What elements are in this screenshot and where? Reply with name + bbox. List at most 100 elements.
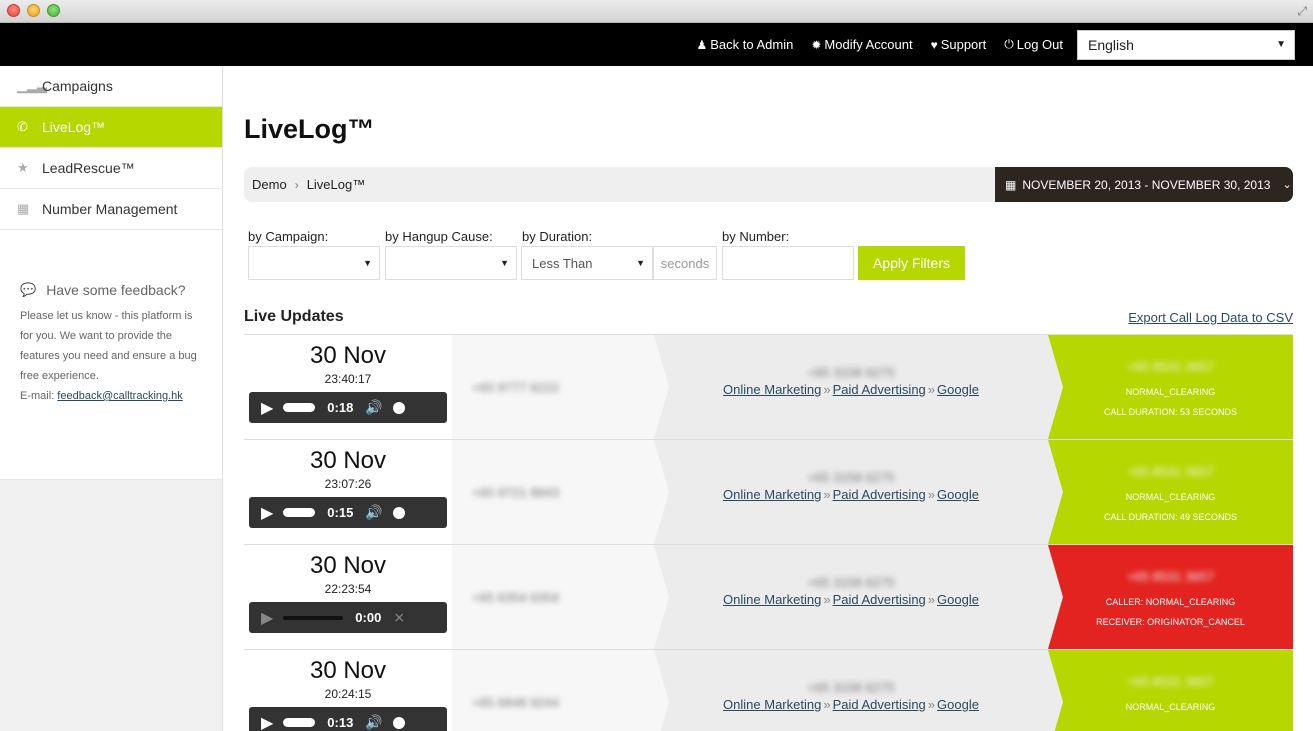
back-to-admin-link[interactable]: ♟ Back to Admin <box>696 37 793 52</box>
audio-progress-slider[interactable] <box>283 718 316 727</box>
arrow-divider <box>1048 440 1063 544</box>
receiver-number: +65 8531 3657 <box>1126 464 1215 479</box>
call-status-cell: +65 8531 3657 NORMAL_CLEARING <box>1048 650 1293 731</box>
call-route-cell: +65 3158 6275 Online Marketing» Paid Adve… <box>654 545 1048 649</box>
sidebar-item-leadrescue[interactable]: ★ LeadRescue™ <box>0 148 222 189</box>
chevron-right-icon: › <box>294 177 299 192</box>
live-updates-header: Live Updates Export Call Log Data to CSV <box>244 308 1293 334</box>
tracking-number: +65 3158 6275 <box>807 365 895 380</box>
campaign-filter-label: by Campaign: <box>248 229 329 244</box>
speech-bubble-icon: 💬 <box>20 282 37 297</box>
call-time: 23:07:26 <box>324 477 372 491</box>
campaign-select[interactable]: ▼ <box>248 246 380 280</box>
arrow-divider <box>654 545 669 649</box>
arrow-divider <box>1048 335 1063 439</box>
route-channel-link[interactable]: Online Marketing <box>723 697 821 712</box>
hangup-cause-select[interactable]: ▼ <box>385 246 517 280</box>
route-source-link[interactable]: Google <box>937 697 979 712</box>
call-day: 30 Nov <box>309 657 387 684</box>
signal-bars-icon: ▁▂▃ <box>17 78 47 93</box>
volume-icon[interactable]: 🔊 <box>365 714 382 731</box>
caret-down-icon: ▼ <box>363 258 372 268</box>
seconds-input[interactable]: seconds <box>653 246 717 280</box>
volume-icon[interactable]: 🔊 <box>365 504 382 521</box>
status-line-1: NORMAL_CLEARING <box>1125 492 1216 502</box>
audio-progress-slider[interactable] <box>283 403 316 412</box>
caller-number-cell: +65 9777 6222 <box>452 335 654 439</box>
logout-link[interactable]: ⏻ Log Out <box>1004 37 1063 52</box>
caller-number: +65 9721 8843 <box>472 484 560 500</box>
support-link[interactable]: ♥ Support <box>931 37 987 52</box>
export-csv-link[interactable]: Export Call Log Data to CSV <box>1128 310 1293 325</box>
calendar-icon: ▦ <box>1005 177 1017 192</box>
hangup-filter-label: by Hangup Cause: <box>385 229 493 244</box>
audio-progress-slider[interactable] <box>283 508 316 517</box>
route-channel-link[interactable]: Online Marketing <box>723 592 821 607</box>
volume-slider[interactable] <box>392 716 405 729</box>
volume-muted-icon[interactable]: ⨯ <box>393 609 405 626</box>
back-to-admin-label: Back to Admin <box>710 37 794 52</box>
feedback-email-link[interactable]: feedback@calltracking.hk <box>57 390 183 402</box>
tracking-number: +65 3158 6275 <box>807 470 895 485</box>
audio-player: ▶ 0:13 🔊 <box>249 707 447 731</box>
audio-progress-slider[interactable] <box>283 615 344 620</box>
status-line-1: NORMAL_CLEARING <box>1125 387 1216 397</box>
volume-slider[interactable] <box>392 401 405 414</box>
audio-player: ▶ 0:15 🔊 <box>249 497 447 528</box>
sidebar-item-number-management[interactable]: ▦ Number Management <box>0 189 222 230</box>
top-navigation-bar: ♟ Back to Admin ✹ Modify Account ♥ Support … <box>0 23 1313 66</box>
sidebar: ▁▂▃ Campaigns ✆ LiveLog™ ★ LeadRescue™ ▦… <box>0 66 223 731</box>
route-medium-link[interactable]: Paid Advertising <box>833 592 926 607</box>
status-line-2: RECEIVER: ORIGINATOR_CANCEL <box>1096 617 1245 627</box>
play-icon[interactable]: ▶ <box>261 713 273 731</box>
call-datetime-cell: 30 Nov 23:07:26 ▶ 0:15 🔊 <box>244 440 452 544</box>
volume-slider[interactable] <box>392 506 405 519</box>
breadcrumb-livelog: LiveLog™ <box>306 177 366 192</box>
feedback-title-text: Have some feedback? <box>46 282 186 298</box>
call-datetime-cell: 30 Nov 22:23:54 ▶ 0:00 ⨯ <box>244 545 452 649</box>
language-select[interactable]: English ▼ <box>1077 29 1295 60</box>
phone-icon: ✆ <box>17 119 28 134</box>
number-input[interactable] <box>722 246 854 280</box>
caret-down-icon: ▼ <box>636 258 645 268</box>
fullscreen-icon[interactable]: ⤢ <box>1297 4 1307 19</box>
route-medium-link[interactable]: Paid Advertising <box>833 487 926 502</box>
route-source-link[interactable]: Google <box>937 382 979 397</box>
play-icon[interactable]: ▶ <box>261 503 273 523</box>
modify-account-link[interactable]: ✹ Modify Account <box>811 37 912 52</box>
route-breadcrumb: Online Marketing» Paid Advertising» Google <box>723 487 979 502</box>
sidebar-item-livelog[interactable]: ✆ LiveLog™ <box>0 107 222 148</box>
route-breadcrumb: Online Marketing» Paid Advertising» Google <box>723 697 979 712</box>
date-range-picker[interactable]: ▦ NOVEMBER 20, 2013 - NOVEMBER 30, 2013 … <box>995 167 1293 202</box>
heart-icon: ♥ <box>930 37 938 52</box>
sidebar-item-label: LiveLog™ <box>42 119 106 135</box>
star-icon: ★ <box>17 160 29 175</box>
apply-filters-button[interactable]: Apply Filters <box>858 246 965 280</box>
breadcrumb-demo[interactable]: Demo <box>252 177 287 192</box>
route-breadcrumb: Online Marketing» Paid Advertising» Google <box>723 592 979 607</box>
call-log-row: 30 Nov 20:24:15 ▶ 0:13 🔊 +65 6848 9244 +… <box>244 650 1293 731</box>
play-icon[interactable]: ▶ <box>261 398 273 418</box>
receiver-number: +65 8531 3657 <box>1126 674 1215 689</box>
volume-icon[interactable]: 🔊 <box>365 399 382 416</box>
duration-comparator-select[interactable]: Less Than ▼ <box>521 246 653 280</box>
duration-filter-label: by Duration: <box>522 229 593 244</box>
route-source-link[interactable]: Google <box>937 592 979 607</box>
play-icon[interactable]: ▶ <box>261 608 273 628</box>
window-maximize-button[interactable] <box>47 4 60 17</box>
call-datetime-cell: 30 Nov 23:40:17 ▶ 0:18 🔊 <box>244 335 452 439</box>
route-medium-link[interactable]: Paid Advertising <box>833 697 926 712</box>
arrow-divider <box>654 335 669 439</box>
filters: by Campaign: ▼ by Hangup Cause: ▼ by Dur… <box>244 229 1293 280</box>
window-minimize-button[interactable] <box>27 4 40 17</box>
call-datetime-cell: 30 Nov 20:24:15 ▶ 0:13 🔊 <box>244 650 452 731</box>
call-route-cell: +65 3158 6275 Online Marketing» Paid Adve… <box>654 650 1048 731</box>
route-channel-link[interactable]: Online Marketing <box>723 487 821 502</box>
route-medium-link[interactable]: Paid Advertising <box>833 382 926 397</box>
route-source-link[interactable]: Google <box>937 487 979 502</box>
sidebar-item-campaigns[interactable]: ▁▂▃ Campaigns <box>0 66 222 107</box>
route-channel-link[interactable]: Online Marketing <box>723 382 821 397</box>
breadcrumb: Demo › LiveLog™ <box>252 167 365 202</box>
window-close-button[interactable] <box>7 4 20 17</box>
call-day: 30 Nov <box>309 552 387 579</box>
